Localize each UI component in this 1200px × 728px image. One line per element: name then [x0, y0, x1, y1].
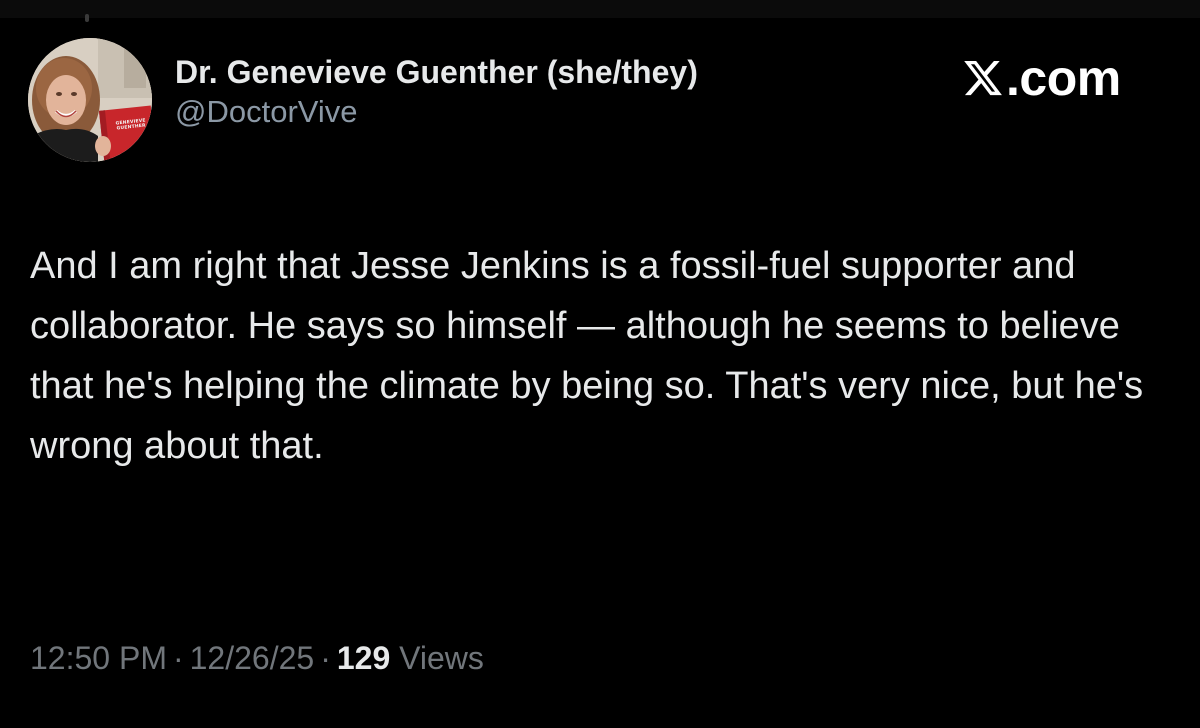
- user-handle[interactable]: @DoctorVive: [175, 93, 698, 131]
- brand-suffix: .com: [1006, 50, 1121, 106]
- views-count[interactable]: 129: [337, 640, 390, 676]
- author-block: Dr. Genevieve Guenther (she/they) @Docto…: [175, 52, 698, 131]
- brand-watermark: .com: [962, 50, 1121, 106]
- tweet-time[interactable]: 12:50 PM: [30, 640, 167, 676]
- views-label: Views: [399, 640, 484, 676]
- x-logo-icon: [964, 60, 1002, 96]
- meta-separator: ·: [320, 640, 331, 676]
- tweet-card: GENEVIEVE GUENTHER THE LANGUAGE OF CLIMA…: [0, 0, 1200, 728]
- meta-separator: ·: [172, 640, 184, 676]
- tweet-text: And I am right that Jesse Jenkins is a f…: [30, 245, 1144, 467]
- avatar-photo-icon: [28, 38, 152, 162]
- tweet-meta: 12:50 PM · 12/26/25 · 129 Views: [30, 636, 484, 680]
- display-name[interactable]: Dr. Genevieve Guenther (she/they): [175, 52, 698, 92]
- avatar[interactable]: GENEVIEVE GUENTHER THE LANGUAGE OF CLIMA…: [28, 38, 152, 162]
- tweet-date[interactable]: 12/26/25: [190, 640, 315, 676]
